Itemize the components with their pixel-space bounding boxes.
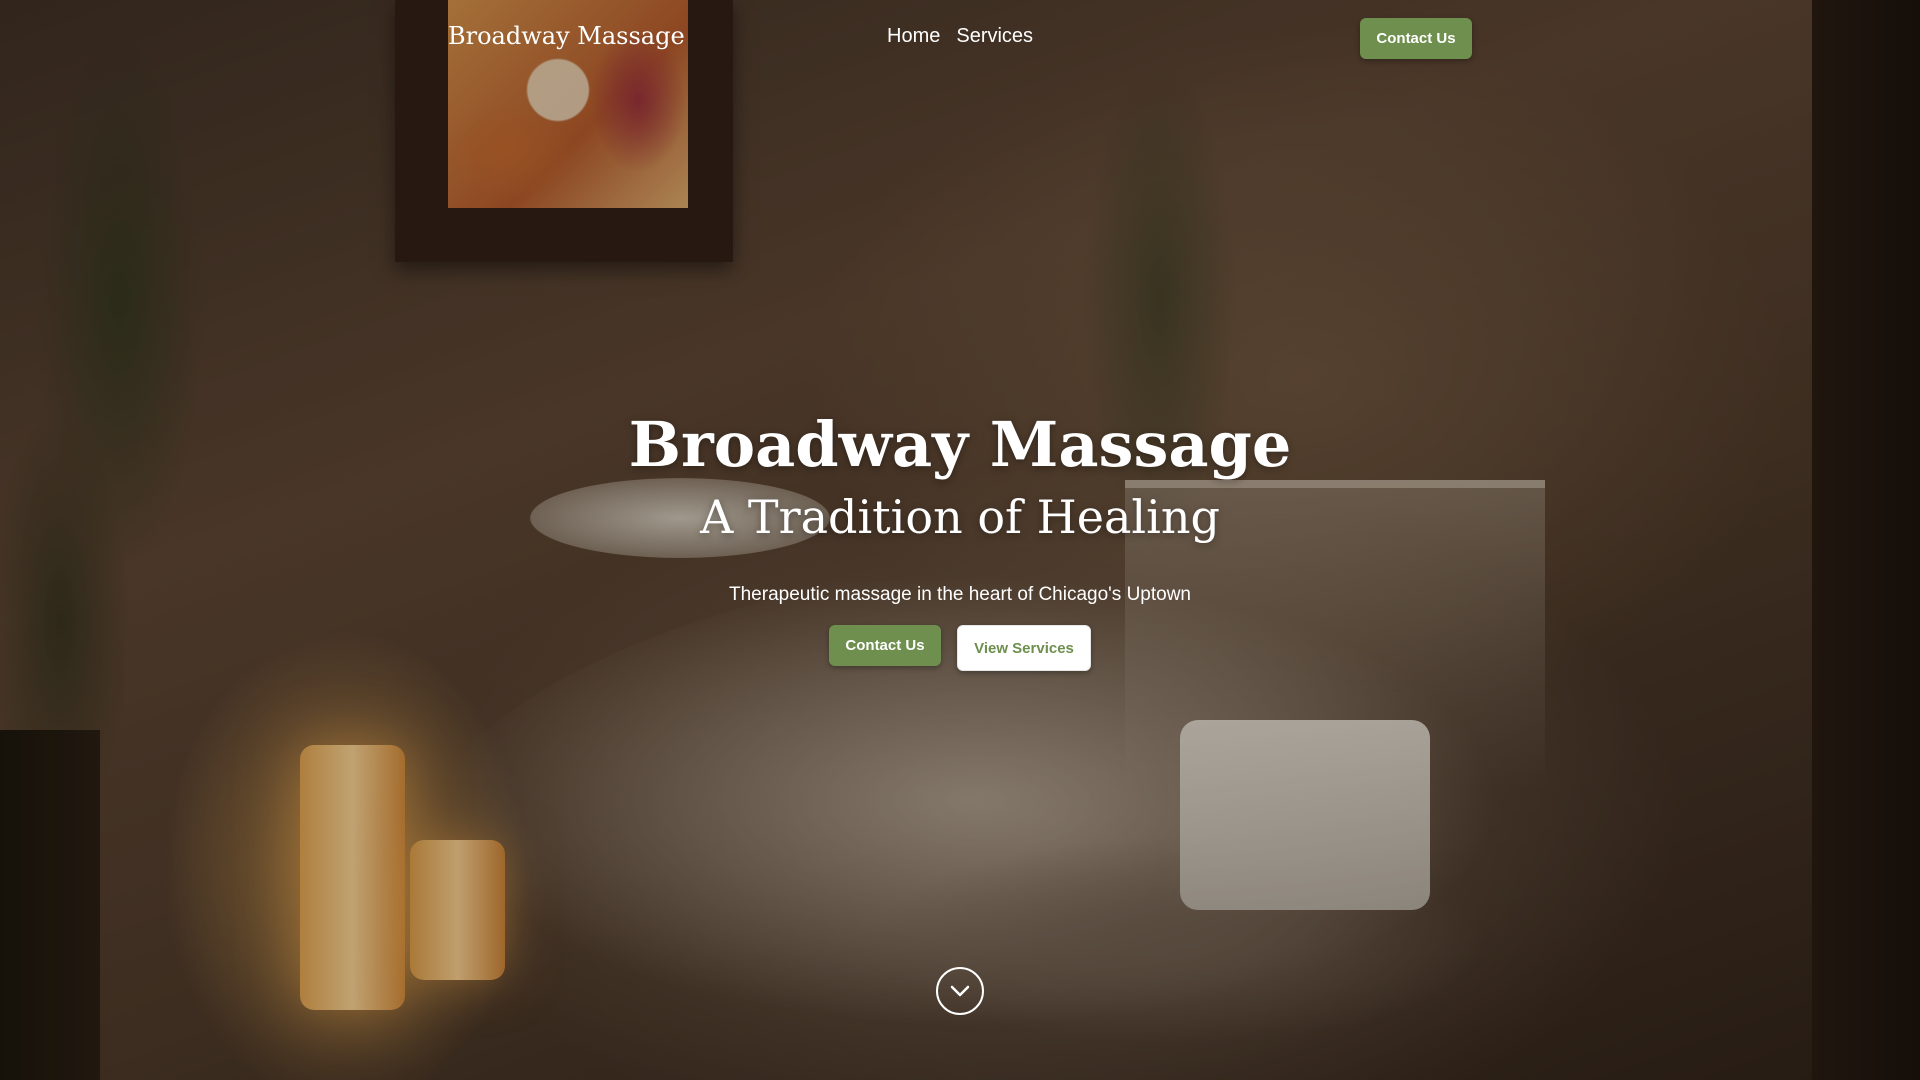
scroll-down-button[interactable]: [936, 967, 984, 1015]
main-nav: Home Services: [887, 25, 1033, 48]
header-contact-button[interactable]: Contact Us: [1360, 18, 1472, 59]
hero-contact-button[interactable]: Contact Us: [829, 625, 941, 666]
hero-tagline: Therapeutic massage in the heart of Chic…: [729, 584, 1191, 605]
site-brand-link[interactable]: Broadway Massage: [448, 22, 685, 50]
hero-title: Broadway Massage: [628, 408, 1292, 481]
hero-subtitle: A Tradition of Healing: [700, 490, 1220, 544]
chevron-down-icon: [949, 984, 971, 998]
nav-services-link[interactable]: Services: [956, 25, 1033, 48]
hero-section: Broadway Massage Home Services Contact U…: [0, 0, 1920, 1080]
view-services-button[interactable]: View Services: [957, 625, 1091, 671]
nav-home-link[interactable]: Home: [887, 25, 940, 48]
